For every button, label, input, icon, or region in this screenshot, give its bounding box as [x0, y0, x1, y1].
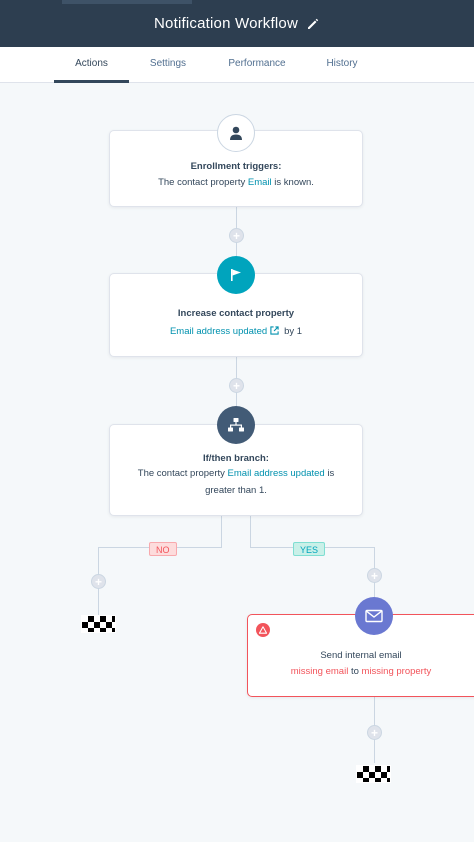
workflow-title: Notification Workflow: [154, 15, 298, 32]
title-wrap: Notification Workflow: [0, 0, 474, 47]
trigger-text-before: The contact property: [158, 177, 246, 188]
tab-performance[interactable]: Performance: [212, 47, 302, 83]
tab-bar: Actions Settings Performance History: [0, 47, 474, 83]
trigger-description: The contact property Email is known.: [110, 174, 362, 191]
add-action-button-no[interactable]: +: [91, 574, 106, 589]
plus-icon: +: [370, 568, 378, 583]
branch-icon: [228, 418, 244, 432]
branch-node: [217, 406, 255, 444]
branch-property-link[interactable]: Email address updated: [228, 468, 325, 479]
external-link-icon[interactable]: [270, 326, 279, 335]
increase-description: Email address updated by 1: [110, 323, 362, 340]
add-action-button-yes[interactable]: +: [367, 568, 382, 583]
branch-description: The contact property Email address updat…: [110, 465, 362, 499]
missing-email-text: missing email: [290, 666, 349, 677]
trigger-title: Enrollment triggers:: [190, 161, 282, 172]
email-node: [355, 597, 393, 635]
branch-line-no: [221, 516, 222, 548]
send-email-to: to: [350, 666, 359, 677]
add-action-button[interactable]: +: [229, 228, 244, 243]
trigger-node: [217, 114, 255, 152]
add-action-button[interactable]: +: [229, 378, 244, 393]
top-bar: Notification Workflow: [0, 0, 474, 47]
branch-title: If/then branch:: [203, 453, 269, 464]
flag-icon: [231, 269, 241, 281]
branch-line-yes: [250, 516, 251, 548]
tab-history[interactable]: History: [310, 47, 374, 83]
warning-icon: [256, 623, 270, 637]
branch-text-line2: greater than 1.: [205, 485, 267, 496]
missing-property-text: missing property: [361, 666, 432, 677]
envelope-icon: [365, 609, 383, 623]
plus-icon: +: [232, 378, 240, 393]
plus-icon: +: [232, 228, 240, 243]
trigger-property-link[interactable]: Email: [248, 177, 272, 188]
end-flag-icon: [356, 765, 391, 783]
plus-icon: +: [94, 574, 102, 589]
plus-icon: +: [370, 725, 378, 740]
no-branch-label: NO: [149, 542, 177, 556]
action-node: [217, 256, 255, 294]
send-email-description: missing email to missing property: [248, 663, 474, 680]
tab-settings[interactable]: Settings: [134, 47, 202, 83]
trigger-text-after: is known.: [274, 177, 314, 188]
increase-title: Increase contact property: [177, 308, 295, 319]
branch-text-after: is: [327, 468, 335, 479]
yes-branch-label: YES: [293, 542, 326, 556]
user-icon: [230, 126, 242, 140]
increase-text-after: by 1: [284, 326, 303, 337]
send-email-title: Send internal email: [320, 650, 402, 661]
end-flag-icon: [81, 615, 116, 633]
increase-property-link[interactable]: Email address updated: [170, 326, 267, 337]
pencil-icon[interactable]: [306, 17, 320, 31]
add-action-button[interactable]: +: [367, 725, 382, 740]
tab-actions[interactable]: Actions: [54, 47, 129, 83]
branch-text-before: The contact property: [137, 468, 225, 479]
